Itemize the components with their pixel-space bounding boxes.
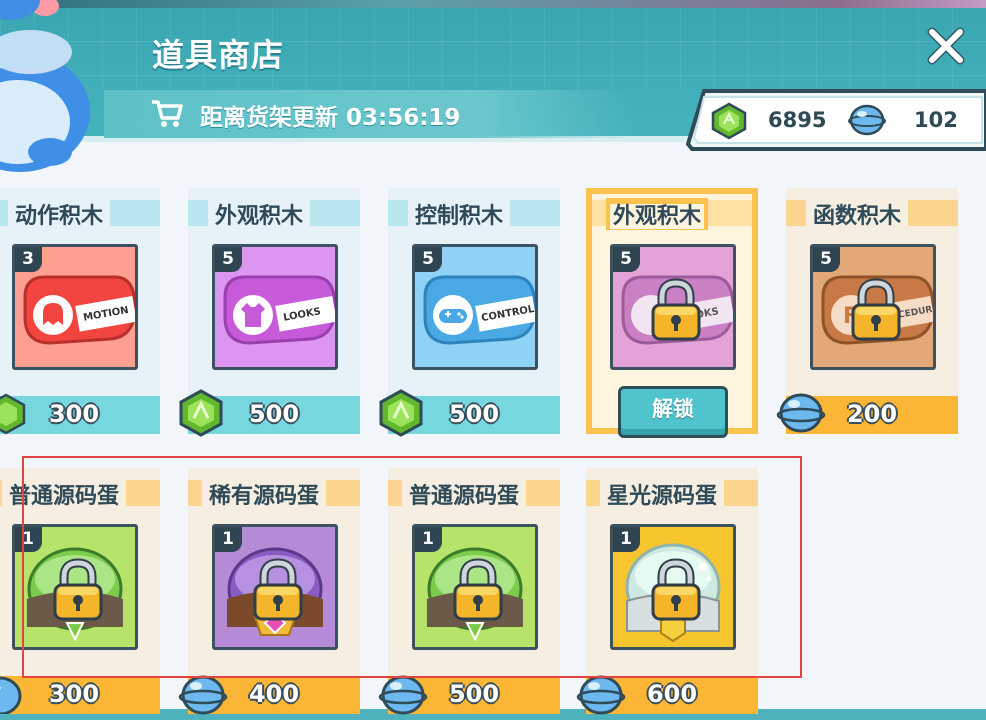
cart-icon — [152, 100, 183, 127]
item-title: 外观积木 — [212, 204, 307, 229]
price-label: 300 — [48, 680, 100, 708]
item-image: CONTROL 5 — [412, 244, 538, 370]
level-badge: 3 — [15, 247, 42, 272]
close-icon[interactable] — [922, 22, 970, 70]
gem-icon — [0, 393, 26, 435]
level-badge: 5 — [613, 247, 640, 272]
refresh-countdown: 距离货架更新 03:56:19 — [200, 105, 461, 131]
bubble-count: 102 — [914, 108, 958, 132]
unlock-button[interactable]: 解锁 — [618, 386, 728, 438]
header-grid-pattern — [0, 8, 986, 90]
item-title: 外观积木 — [610, 204, 705, 229]
refresh-timer-bar: 距离货架更新 03:56:19 — [104, 90, 634, 138]
highlight-frame — [22, 456, 802, 678]
gem-icon — [711, 102, 747, 140]
shop-item-card-selected[interactable]: 外观积木 LOOKS 5 解锁 — [586, 188, 758, 438]
price-bar[interactable]: 300 — [0, 676, 160, 714]
item-title: 动作积木 — [12, 204, 107, 229]
item-image: LOOKS 5 — [610, 244, 736, 370]
gem-icon — [179, 389, 223, 437]
lock-icon — [651, 278, 701, 341]
page-title: 道具商店 — [152, 36, 285, 74]
bubble-icon — [0, 676, 22, 714]
item-title: 控制积木 — [412, 204, 507, 229]
bubble-icon — [848, 104, 886, 136]
shop-item-card[interactable]: 外观积木 LOOKS 5 500 — [179, 188, 360, 437]
mascot-character — [0, 0, 90, 172]
level-badge: 5 — [415, 247, 442, 272]
lock-icon — [851, 278, 901, 341]
bubble-icon — [776, 393, 826, 433]
gem-count: 6895 — [768, 108, 827, 132]
item-title: 函数积木 — [810, 204, 905, 229]
item-image: F PROCEDURE 5 — [810, 244, 936, 370]
item-image: LOOKS 5 — [212, 244, 338, 370]
shop-item-card[interactable]: 函数积木 F PROCEDURE 5 200 — [776, 188, 958, 434]
level-badge: 5 — [215, 247, 242, 272]
shop-item-card[interactable]: 控制积木 CONTROL 5 500 — [379, 188, 560, 437]
level-badge: 5 — [813, 247, 840, 272]
currency-panel: 6895 102 — [686, 88, 986, 152]
item-image: MOTION 3 — [12, 244, 138, 370]
gem-icon — [379, 389, 423, 437]
